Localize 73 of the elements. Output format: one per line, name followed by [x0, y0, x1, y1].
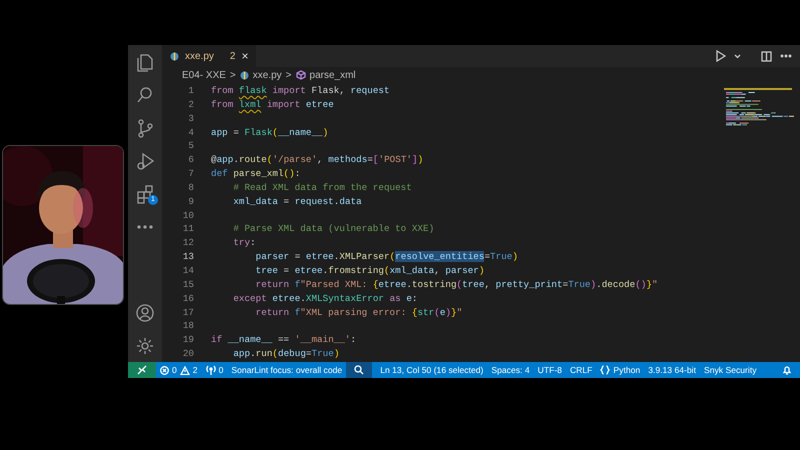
breadcrumb-item[interactable]: E04- XXE: [182, 68, 226, 83]
editor-tab[interactable]: xxe.py 2 ×: [162, 45, 256, 67]
line-number: 18: [182, 319, 195, 334]
status-item[interactable]: 3.9.13 64-bit: [644, 362, 700, 378]
code-line: try:: [232, 236, 256, 250]
problem-count: 2: [230, 50, 236, 64]
python-file-icon: [240, 71, 249, 80]
status-item[interactable]: Spaces: 4: [487, 362, 534, 378]
code-line: @app.route('/parse', methods=['POST']): [211, 153, 424, 168]
remote-icon[interactable]: [137, 365, 147, 375]
code-line: app.run(debug=True): [232, 347, 340, 361]
account-icon[interactable]: [135, 302, 155, 322]
line-number: 9: [187, 194, 195, 209]
code-line: xml_data = request.data: [232, 194, 362, 209]
files-icon[interactable]: [135, 52, 155, 72]
line-number: 3: [187, 112, 195, 126]
line-number: 1: [187, 84, 195, 98]
code-line: parser = etree.XMLParser(resolve_entities=True): [254, 250, 518, 264]
split-editor-icon[interactable]: [761, 50, 772, 62]
warning-icon: [180, 366, 190, 374]
breadcrumb-item[interactable]: parse_xml: [310, 68, 356, 83]
line-number: 12: [182, 236, 195, 250]
bell-icon[interactable]: [782, 365, 792, 375]
status-item[interactable]: Ln 13, Col 50 (16 selected): [376, 362, 488, 378]
ports-status[interactable]: 0: [202, 362, 228, 378]
code-line: tree = etree.fromstring(xml_data, parser): [254, 264, 484, 278]
breadcrumb-separator: >: [230, 69, 236, 83]
code-line: from lxml import etree: [211, 98, 334, 112]
code-line: # Read XML data from the request: [232, 180, 412, 195]
language-status[interactable]: Python: [596, 362, 644, 378]
status-item[interactable]: Snyk Security: [700, 362, 761, 378]
code-line: if __name__ == '__main__':: [211, 333, 356, 348]
code-line: app = Flask(__name__): [211, 126, 328, 140]
error-icon: [160, 366, 169, 374]
status-item[interactable]: UTF-8: [534, 362, 566, 378]
breadcrumb-item[interactable]: xxe.py: [252, 68, 282, 83]
line-number: 14: [182, 264, 195, 278]
method-cube-icon: [296, 70, 306, 80]
problems-status[interactable]: 0 2: [156, 362, 202, 378]
line-number: 19: [182, 333, 195, 348]
line-number: 2: [187, 98, 195, 112]
run-debug-icon[interactable]: [135, 150, 155, 170]
line-number: 5: [187, 139, 195, 154]
line-number: 7: [187, 167, 195, 181]
settings-icon[interactable]: [135, 336, 155, 356]
code-line: from flask import Flask, request: [211, 84, 390, 98]
line-number: 4: [187, 126, 195, 140]
line-number: 8: [187, 180, 195, 195]
code-line: except etree.XMLSyntaxError as e:: [232, 292, 418, 306]
run-icon[interactable]: [716, 50, 726, 62]
status-item[interactable]: CRLF: [566, 362, 596, 378]
status-item[interactable]: SonarLint focus: overall code: [227, 362, 346, 378]
close-button[interactable]: ×: [241, 47, 248, 65]
extensions-icon[interactable]: [135, 184, 155, 204]
tab-title: xxe.py: [185, 50, 214, 64]
line-number: 20: [182, 347, 195, 361]
braces-icon: [600, 365, 610, 375]
code-line: def parse_xml():: [211, 167, 300, 181]
breadcrumb-separator: >: [286, 69, 292, 83]
search-icon[interactable]: [354, 365, 364, 375]
antenna-icon: [206, 365, 216, 375]
code-line: return f"Parsed XML: {etree.tostring(tree, pretty_print=True).decode()}": [254, 278, 658, 292]
line-number: 10: [182, 208, 195, 222]
line-number: 17: [182, 306, 195, 320]
line-number: 15: [182, 278, 195, 292]
line-number: 13: [182, 250, 195, 264]
python-file-icon: [170, 52, 179, 60]
code-line: return f"XML parsing error: {str(e)}": [254, 306, 462, 320]
line-number: 16: [182, 292, 195, 306]
minimap-drawing: [724, 88, 794, 128]
line-number: 6: [187, 153, 195, 168]
line-number: 11: [182, 222, 195, 236]
code-line: # Parse XML data (vulnerable to XXE): [232, 222, 434, 236]
